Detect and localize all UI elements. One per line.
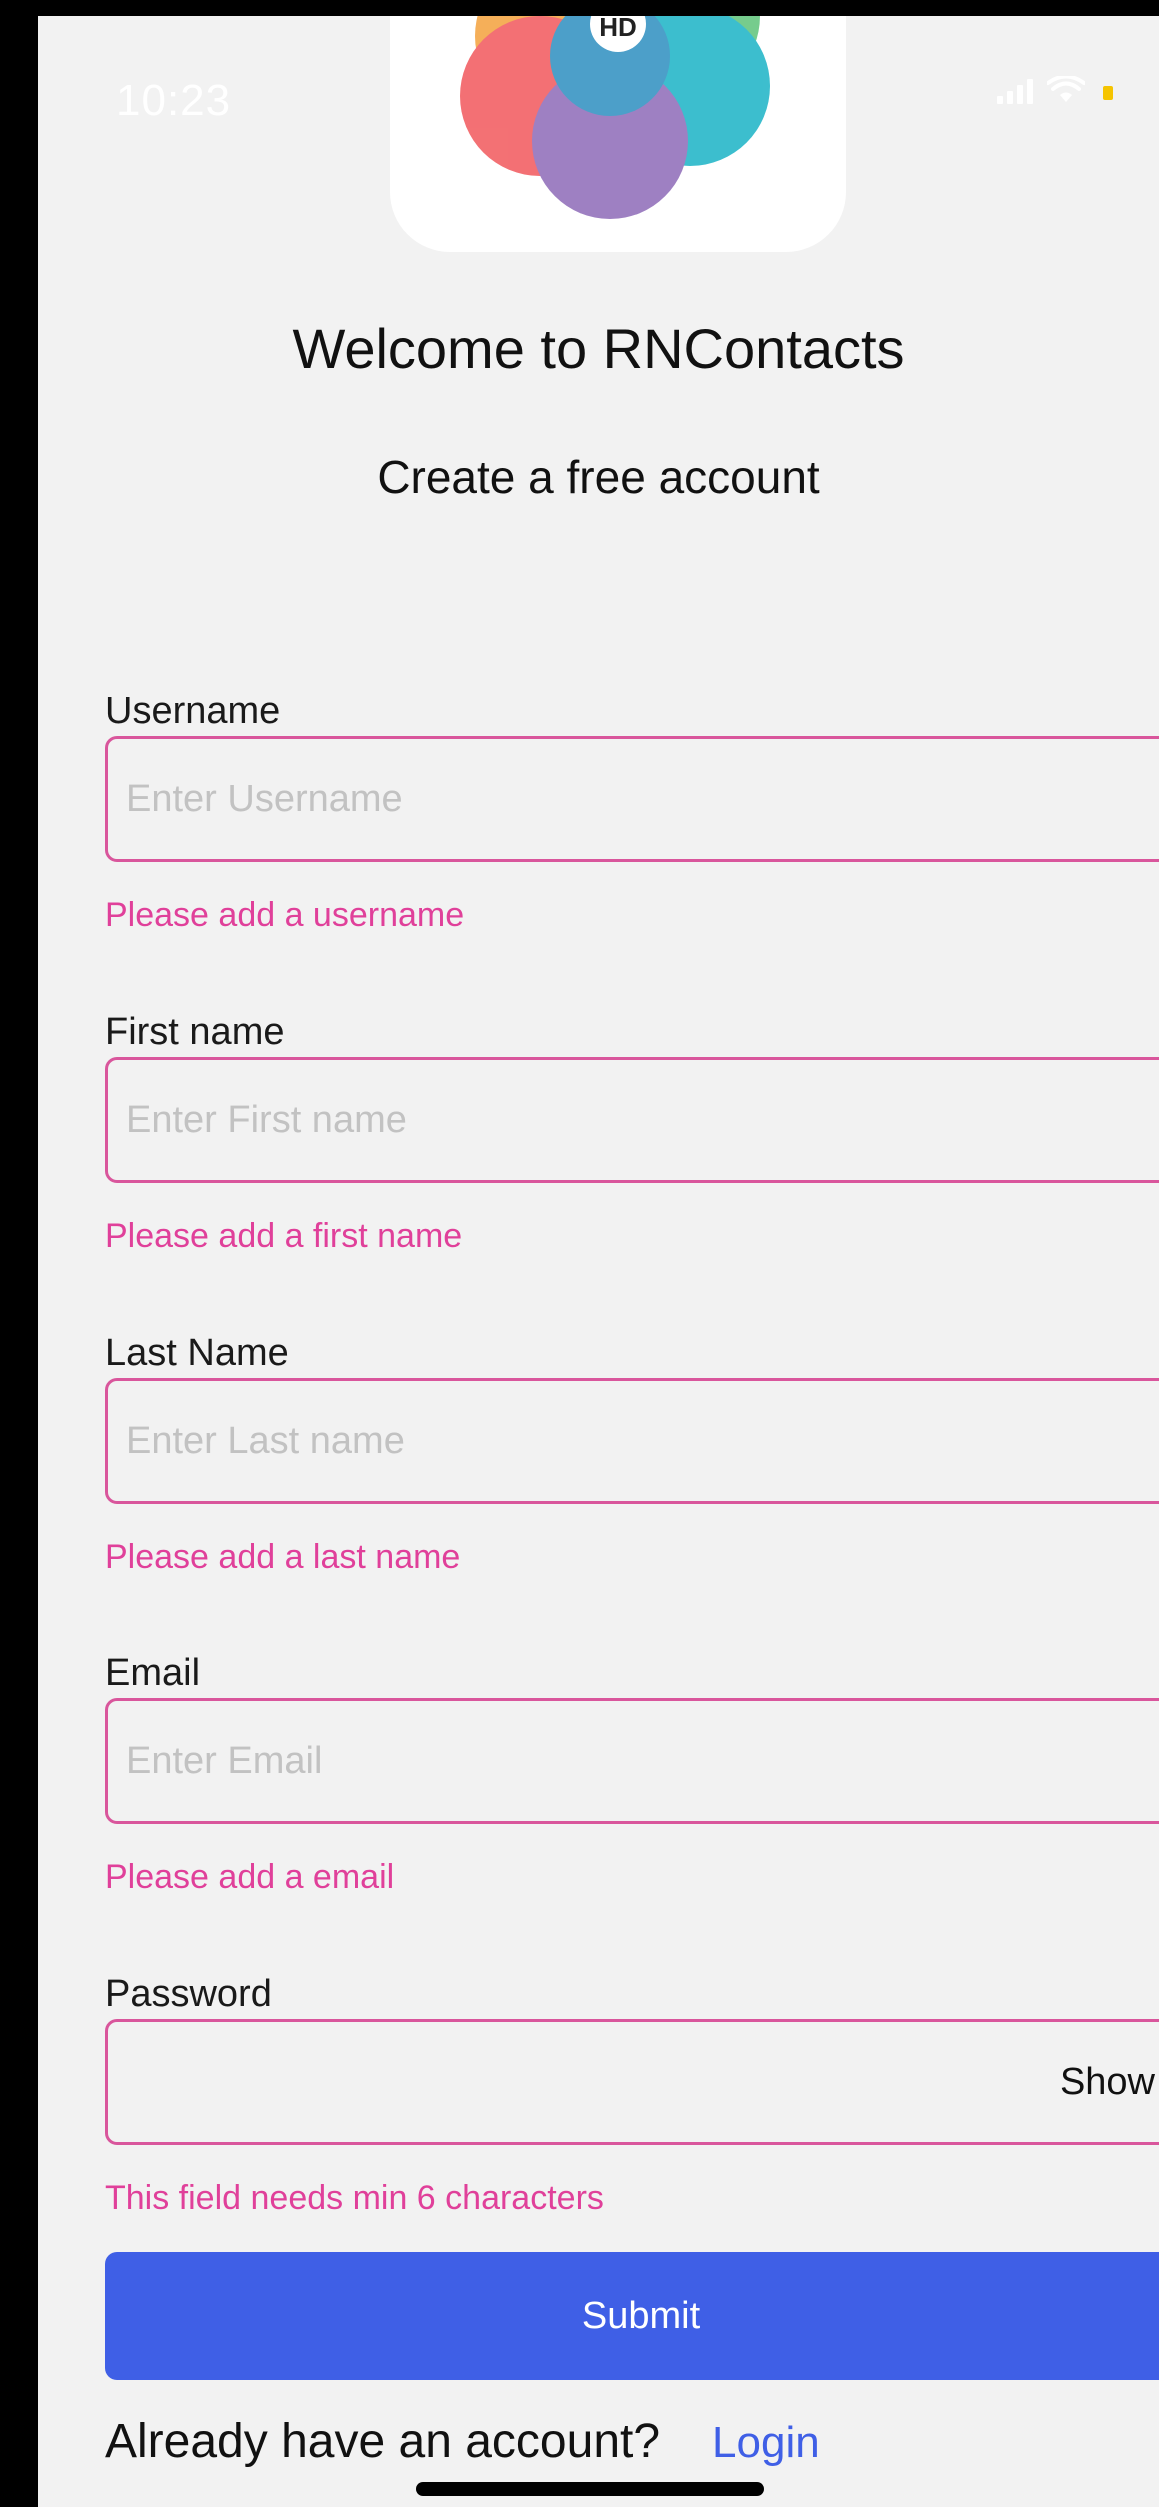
username-input[interactable] [105, 736, 1159, 862]
first-name-error: Please add a first name [105, 1217, 463, 1255]
status-time: 10:23 [116, 76, 232, 125]
app-logo-icon: HD [390, 16, 846, 252]
home-indicator[interactable] [416, 2482, 764, 2496]
show-password-toggle[interactable]: Show [1060, 2061, 1155, 2104]
username-label: Username [105, 690, 281, 732]
first-name-label: First name [105, 1011, 285, 1053]
status-icons [997, 76, 1139, 104]
already-have-account-text: Already have an account? [105, 2415, 661, 2468]
password-input[interactable] [105, 2019, 1159, 2145]
email-label: Email [105, 1652, 201, 1694]
wifi-icon [1047, 76, 1085, 104]
signup-screen: HD 10:23 Welcome to RNContacts Create a … [38, 16, 1159, 2507]
login-link[interactable]: Login [712, 2418, 820, 2468]
page-subtitle: Create a free account [377, 451, 820, 503]
logo-badge-text: HD [599, 16, 637, 42]
battery-icon [1099, 82, 1139, 104]
email-input[interactable] [105, 1698, 1159, 1824]
last-name-error: Please add a last name [105, 1538, 461, 1576]
username-error: Please add a username [105, 896, 465, 934]
submit-button[interactable]: Submit [105, 2252, 1159, 2380]
signal-icon [997, 78, 1033, 104]
email-error: Please add a email [105, 1858, 395, 1896]
password-field: Show [105, 2019, 1159, 2145]
password-error: This field needs min 6 characters [105, 2179, 604, 2217]
first-name-input[interactable] [105, 1057, 1159, 1183]
last-name-input[interactable] [105, 1378, 1159, 1504]
last-name-label: Last Name [105, 1332, 289, 1374]
login-prompt-row: Already have an account? Login [105, 2414, 820, 2469]
page-title: Welcome to RNContacts [292, 317, 905, 380]
password-label: Password [105, 1973, 272, 2015]
